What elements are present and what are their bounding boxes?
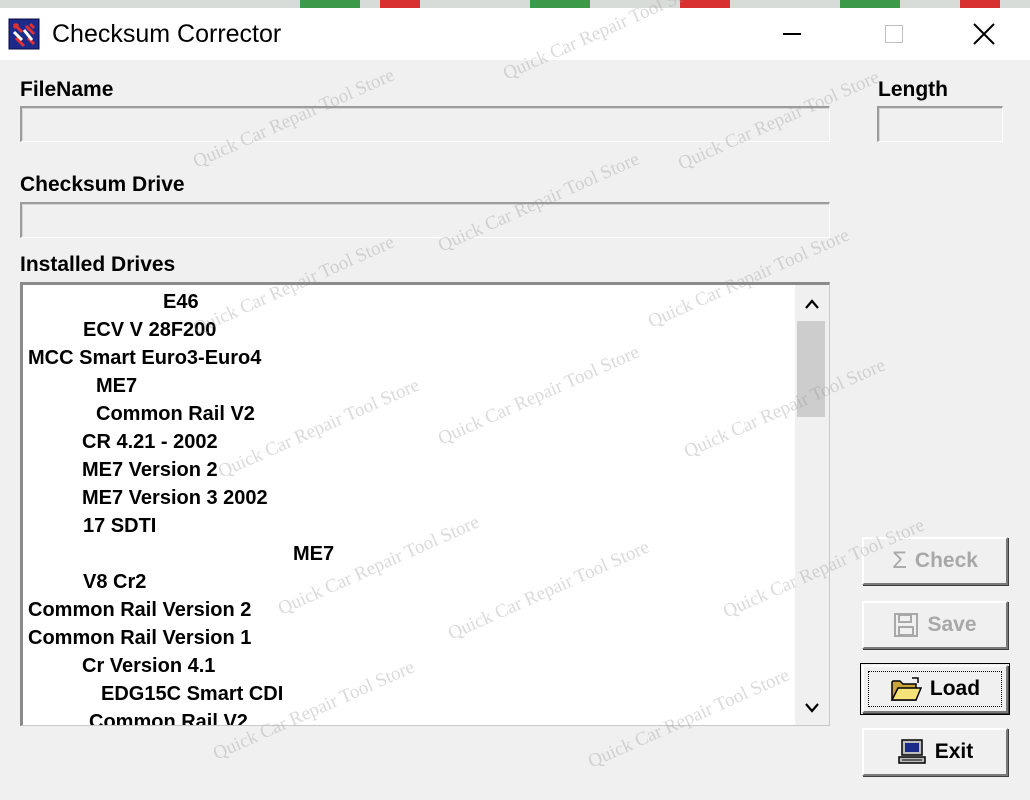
chevron-up-icon <box>805 299 819 309</box>
scroll-thumb[interactable] <box>797 321 825 417</box>
window-title: Checksum Corrector <box>52 20 282 48</box>
list-item[interactable]: MCC Smart Euro3-Euro4 <box>28 344 261 372</box>
close-button[interactable] <box>952 8 1016 60</box>
list-item[interactable]: V8 Cr2 <box>83 568 146 596</box>
minimize-button[interactable] <box>760 8 824 60</box>
list-item[interactable]: Common Rail Version 1 <box>28 624 251 652</box>
desktop-strip <box>0 0 1030 8</box>
list-item[interactable]: Cr Version 4.1 <box>82 652 215 680</box>
sigma-icon: Σ <box>892 547 907 574</box>
scroll-down-button[interactable] <box>795 691 829 725</box>
list-item[interactable]: CR 4.21 - 2002 <box>82 428 218 456</box>
installed-drives-list[interactable]: E46 ECV V 28F200 MCC Smart Euro3-Euro4 M… <box>20 282 830 726</box>
scroll-up-button[interactable] <box>795 287 829 321</box>
check-label: Check <box>914 549 978 572</box>
check-button[interactable]: Σ Check <box>862 537 1008 585</box>
list-item[interactable]: ECV V 28F200 <box>83 316 216 344</box>
list-item[interactable]: Common Rail V2 <box>96 400 255 428</box>
length-field[interactable] <box>877 106 1003 142</box>
floppy-disk-icon <box>894 613 919 637</box>
open-folder-icon <box>890 677 922 701</box>
chevron-down-icon <box>805 703 819 713</box>
minimize-icon <box>783 33 801 35</box>
title-bar[interactable]: Checksum Corrector <box>0 8 1030 60</box>
list-item[interactable]: Common Rail V2 <box>89 708 248 725</box>
save-button[interactable]: Save <box>862 601 1008 649</box>
list-item[interactable]: ME7 Version 3 2002 <box>82 484 268 512</box>
filename-label: FileName <box>20 78 114 101</box>
list-item[interactable]: E46 <box>163 288 199 316</box>
maximize-button[interactable] <box>862 8 926 60</box>
filename-field[interactable] <box>20 106 830 142</box>
list-item[interactable]: 17 SDTI <box>83 512 156 540</box>
list-item[interactable]: EDG15C Smart CDI <box>101 680 283 708</box>
checksum-drive-field[interactable] <box>20 202 830 238</box>
app-icon <box>8 18 40 50</box>
maximize-icon <box>885 25 903 43</box>
exit-button[interactable]: Exit <box>862 728 1008 776</box>
list-scrollbar[interactable] <box>795 285 829 725</box>
length-label: Length <box>878 78 948 101</box>
checksum-drive-label: Checksum Drive <box>20 173 185 196</box>
close-icon <box>973 23 995 45</box>
list-item[interactable]: ME7 <box>293 540 334 568</box>
computer-icon <box>897 739 926 764</box>
list-item[interactable]: Common Rail Version 2 <box>28 596 251 624</box>
installed-drives-label: Installed Drives <box>20 253 176 276</box>
list-item[interactable]: ME7 Version 2 <box>82 456 218 484</box>
save-label: Save <box>927 613 977 636</box>
load-label: Load <box>929 677 981 700</box>
load-button[interactable]: Load <box>860 663 1010 715</box>
list-item[interactable]: ME7 <box>96 372 137 400</box>
exit-label: Exit <box>934 740 974 763</box>
